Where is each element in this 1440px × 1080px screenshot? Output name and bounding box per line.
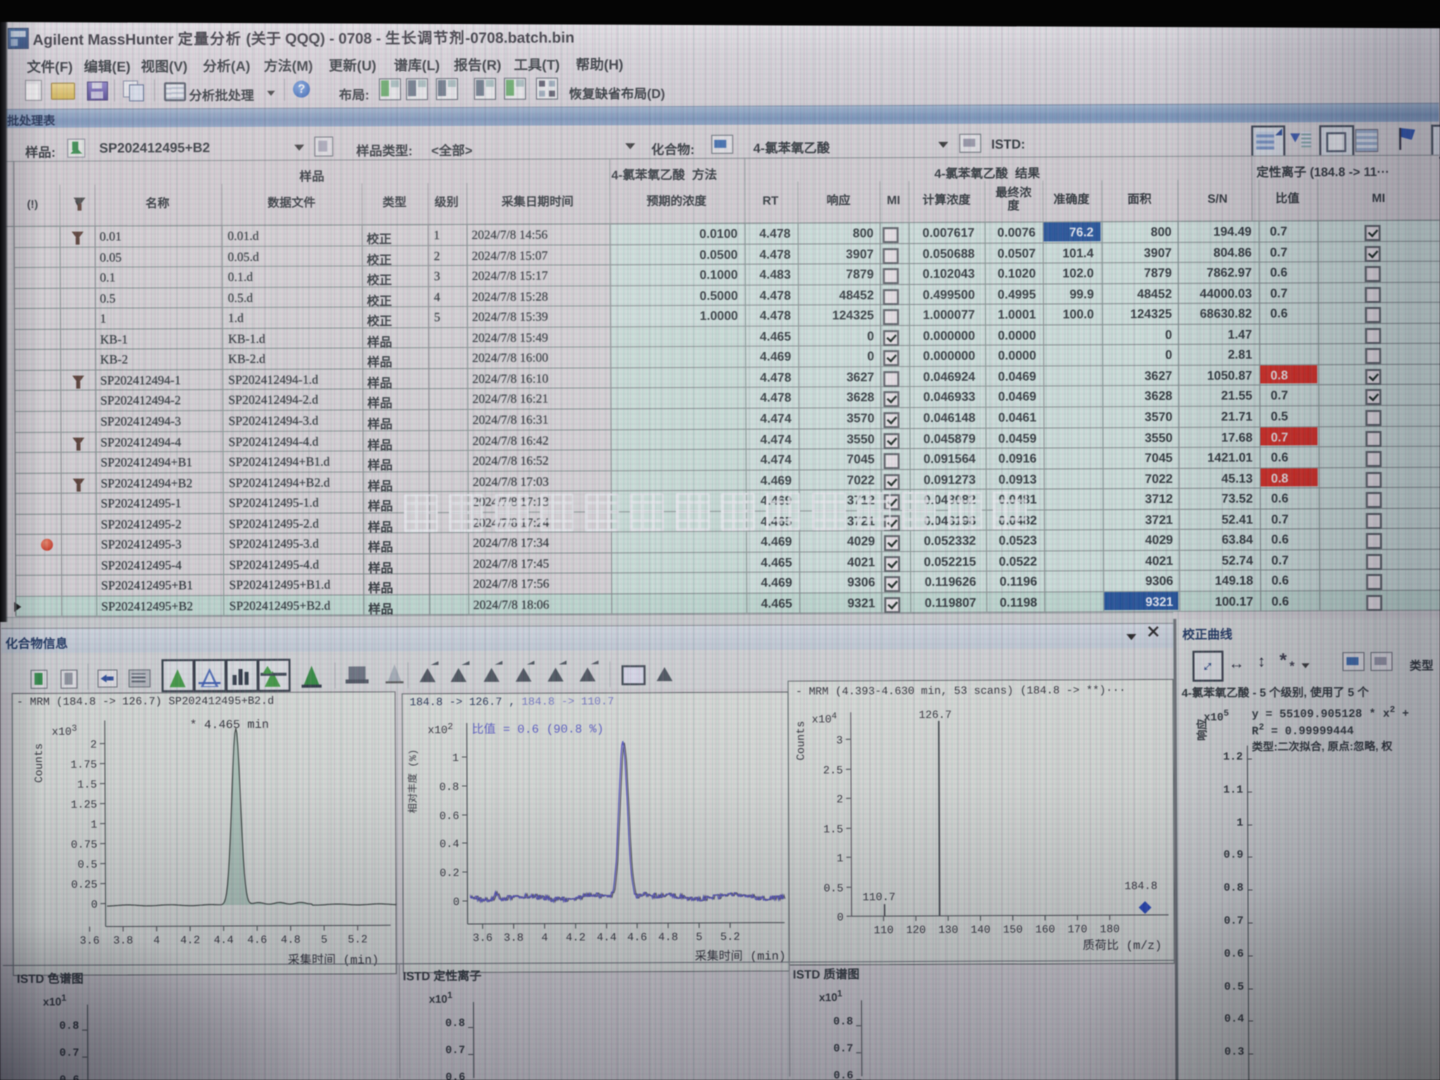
svg-text:1.75: 1.75 xyxy=(71,760,97,772)
svg-text:1: 1 xyxy=(452,753,459,765)
svg-text:4.6: 4.6 xyxy=(247,935,267,947)
svg-text:1.5: 1.5 xyxy=(823,824,843,836)
svg-text:4.4: 4.4 xyxy=(597,932,617,944)
svg-text:5.2: 5.2 xyxy=(720,932,740,944)
svg-text:- MRM (184.8 -> 126.7) SP20241: - MRM (184.8 -> 126.7) SP202412495+B2.d xyxy=(17,696,275,709)
svg-text:184.8 -> 110.7: 184.8 -> 110.7 xyxy=(522,696,614,708)
svg-text:1.5: 1.5 xyxy=(77,780,97,792)
svg-text:0.2: 0.2 xyxy=(440,868,460,880)
svg-text:150: 150 xyxy=(1003,925,1023,937)
svg-text:1: 1 xyxy=(837,853,844,865)
svg-text:Counts: Counts xyxy=(34,743,46,783)
svg-text:4.6: 4.6 xyxy=(627,932,647,944)
svg-text:110: 110 xyxy=(874,925,894,937)
svg-text:160: 160 xyxy=(1035,924,1055,936)
svg-text:126.7: 126.7 xyxy=(919,710,952,722)
svg-text:0.5: 0.5 xyxy=(824,883,844,895)
svg-text:0.8: 0.8 xyxy=(439,782,459,794)
svg-text:4.2: 4.2 xyxy=(180,935,200,947)
svg-text:5.2: 5.2 xyxy=(348,934,368,946)
svg-text:0.4: 0.4 xyxy=(439,839,459,851)
svg-text:3: 3 xyxy=(836,735,843,747)
svg-text:130: 130 xyxy=(938,925,958,937)
svg-text:4.4: 4.4 xyxy=(214,935,234,947)
svg-text:比值 = 0.6 (90.8 %): 比值 = 0.6 (90.8 %) xyxy=(472,720,604,737)
svg-text:* 4.465 min: * 4.465 min xyxy=(190,718,269,732)
svg-text:0.5: 0.5 xyxy=(78,860,98,872)
svg-text:3.8: 3.8 xyxy=(113,935,133,947)
svg-text:Counts: Counts xyxy=(796,721,808,761)
svg-text:采集时间 (min): 采集时间 (min) xyxy=(288,951,379,967)
svg-text:120: 120 xyxy=(906,925,926,937)
svg-text:3.6: 3.6 xyxy=(473,933,493,945)
svg-text:4: 4 xyxy=(541,933,548,945)
svg-text:180: 180 xyxy=(1100,924,1120,936)
svg-text:0: 0 xyxy=(837,912,844,924)
svg-text:2.5: 2.5 xyxy=(823,765,843,777)
svg-text:184.8 -> 126.7 ,: 184.8 -> 126.7 , xyxy=(410,697,516,709)
svg-text:0.75: 0.75 xyxy=(71,840,97,852)
svg-text:0.25: 0.25 xyxy=(71,880,97,892)
svg-text:184.8: 184.8 xyxy=(1124,881,1157,893)
svg-text:2: 2 xyxy=(90,740,97,752)
svg-text:1.25: 1.25 xyxy=(71,800,97,812)
svg-text:5: 5 xyxy=(696,932,703,944)
svg-text:1: 1 xyxy=(91,820,98,832)
svg-text:4.8: 4.8 xyxy=(281,935,301,947)
svg-text:5: 5 xyxy=(321,935,328,947)
svg-text:0: 0 xyxy=(91,900,98,912)
svg-text:4.8: 4.8 xyxy=(658,932,678,944)
svg-text:4.2: 4.2 xyxy=(566,932,586,944)
svg-text:110.7: 110.7 xyxy=(862,892,895,904)
svg-text:170: 170 xyxy=(1068,924,1088,936)
svg-text:0.6: 0.6 xyxy=(439,811,459,823)
svg-text:质荷比 (m/z): 质荷比 (m/z) xyxy=(1083,938,1162,953)
svg-text:- MRM (4.393-4.630 min, 53 sca: - MRM (4.393-4.630 min, 53 scans) (184.8… xyxy=(796,685,1126,698)
svg-text:4: 4 xyxy=(153,935,160,947)
svg-text:140: 140 xyxy=(971,925,991,937)
svg-text:3.8: 3.8 xyxy=(504,933,524,945)
svg-text:3.6: 3.6 xyxy=(80,936,100,948)
svg-text:0: 0 xyxy=(453,897,460,909)
svg-text:2: 2 xyxy=(836,794,843,806)
